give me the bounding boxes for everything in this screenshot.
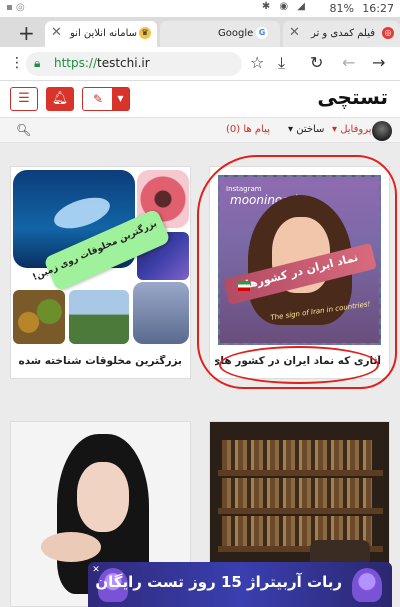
fruit-photo bbox=[13, 290, 65, 344]
messages-link[interactable]: پیام ها (0) bbox=[226, 124, 270, 135]
portrait-face bbox=[77, 462, 129, 532]
close-tab-icon[interactable]: ✕ bbox=[289, 25, 300, 40]
landscape-photo bbox=[69, 290, 129, 344]
card-thumbnail[interactable]: بزرگترین مخلوقات روی زمین! bbox=[13, 170, 189, 344]
profile-menu[interactable]: ▾ پروفایل bbox=[332, 124, 372, 135]
card-title[interactable]: بزرگترین مخلوقات شناخته شده روی زمین! bbox=[16, 355, 182, 367]
bookshelf-row bbox=[222, 440, 372, 470]
battery-level: 81% bbox=[329, 2, 354, 15]
avatar[interactable] bbox=[372, 121, 392, 141]
brush-icon: ✎ bbox=[92, 92, 104, 106]
search-icon[interactable]: 🔍︎ bbox=[16, 123, 31, 137]
site-nav: 🔍︎ پیام ها (0) ▾ ساختن ▾ پروفایل bbox=[0, 117, 400, 143]
tab-title: Google bbox=[218, 28, 254, 39]
create-dropdown-button[interactable]: ✎ ▼ bbox=[82, 87, 130, 111]
tab-strip: + ✕ سامانه آنلاین انو ♛ Google G ✕ فیلم … bbox=[0, 17, 400, 47]
portrait-hand bbox=[41, 532, 101, 562]
hamburger-menu-button[interactable]: ☰ bbox=[10, 87, 38, 111]
system-icons: ✱ ◉ ◢ bbox=[261, 1, 308, 12]
new-tab-button[interactable]: + bbox=[18, 21, 35, 45]
bookshelf-row bbox=[222, 478, 372, 508]
google-favicon-icon: G bbox=[256, 27, 268, 39]
create-menu[interactable]: ▾ ساختن bbox=[288, 124, 324, 135]
forward-arrow-icon[interactable]: → bbox=[372, 53, 385, 72]
robot-icon bbox=[352, 568, 382, 602]
ad-banner[interactable]: ✕ ربات آربیتراژ 15 روز تست رایگان bbox=[88, 562, 392, 607]
shelf bbox=[218, 508, 383, 514]
notification-icons: ▪ ◎ bbox=[6, 2, 25, 13]
tab-title: سامانه آنلاین انو bbox=[70, 28, 137, 39]
bird-photo bbox=[133, 282, 189, 344]
site-favicon-icon: ◎ bbox=[382, 27, 394, 39]
status-bar: ▪ ◎ ✱ ◉ ◢ 81% 16:27 bbox=[0, 0, 400, 17]
lock-icon: 🔒︎ bbox=[34, 56, 41, 70]
bookmark-star-icon[interactable]: ☆ bbox=[250, 53, 264, 72]
tab-active[interactable]: ✕ سامانه آنلاین انو ♛ bbox=[45, 21, 157, 47]
browser-toolbar: ⋮ 🔒︎ https://testchi.ir ☆ ⤓ ↻ ← → bbox=[0, 47, 400, 81]
site-logo[interactable]: تستچی bbox=[317, 85, 388, 109]
close-tab-icon[interactable]: ✕ bbox=[51, 25, 62, 40]
notification-bell-button[interactable]: 🔔︎ bbox=[46, 87, 74, 111]
chevron-down-icon: ▼ bbox=[112, 88, 129, 110]
back-arrow-icon[interactable]: ← bbox=[342, 53, 355, 72]
site-favicon-icon: ♛ bbox=[139, 27, 151, 39]
ad-text[interactable]: ربات آربیتراژ 15 روز تست رایگان bbox=[95, 573, 342, 591]
clock: 16:27 bbox=[362, 2, 394, 15]
quiz-card[interactable]: بزرگترین مخلوقات روی زمین! بزرگترین مخلو… bbox=[10, 166, 191, 379]
download-icon[interactable]: ⤓ bbox=[278, 53, 285, 73]
tab-google[interactable]: Google G bbox=[160, 21, 280, 47]
url-text: https://testchi.ir bbox=[54, 56, 150, 70]
reload-icon[interactable]: ↻ bbox=[310, 53, 323, 72]
site-header: ☰ 🔔︎ ✎ ▼ تستچی bbox=[0, 81, 400, 117]
annotation-circle bbox=[219, 346, 379, 384]
shelf bbox=[218, 470, 383, 476]
tab-film[interactable]: ✕ فیلم کمدی و تر ◎ bbox=[283, 21, 400, 47]
address-bar[interactable]: 🔒︎ https://testchi.ir bbox=[26, 52, 242, 76]
tab-title: فیلم کمدی و تر bbox=[310, 28, 375, 39]
menu-kebab-icon[interactable]: ⋮ bbox=[10, 55, 24, 71]
